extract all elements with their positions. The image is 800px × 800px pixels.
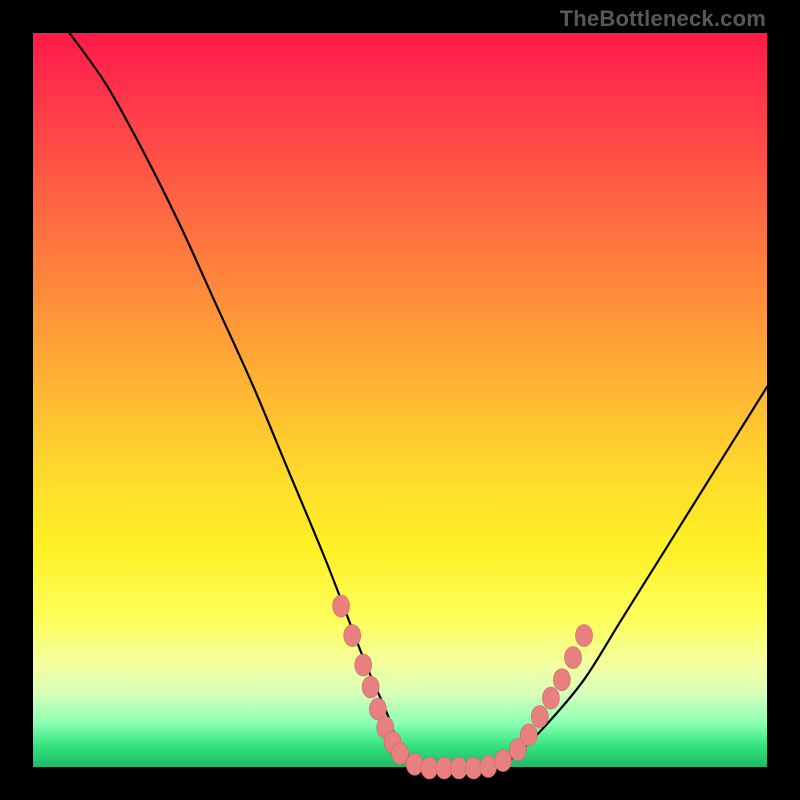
- highlight-dot: [355, 654, 372, 676]
- watermark-label: TheBottleneck.com: [560, 6, 766, 32]
- highlight-dot: [362, 676, 379, 698]
- highlight-dot: [520, 724, 537, 746]
- highlight-dot: [531, 706, 548, 728]
- highlight-dot: [576, 625, 593, 647]
- highlight-dot: [465, 757, 482, 779]
- highlight-dot: [406, 753, 423, 775]
- highlight-dot: [344, 625, 361, 647]
- chart-overlay: [32, 32, 768, 768]
- highlight-dot: [421, 757, 438, 779]
- highlight-dots: [333, 595, 593, 779]
- highlight-dot: [333, 595, 350, 617]
- bottleneck-curve: [69, 32, 768, 770]
- chart-frame: TheBottleneck.com: [0, 0, 800, 800]
- highlight-dot: [495, 750, 512, 772]
- highlight-dot: [542, 687, 559, 709]
- highlight-dot: [553, 669, 570, 691]
- highlight-dot: [392, 742, 409, 764]
- highlight-dot: [565, 647, 582, 669]
- highlight-dot: [480, 756, 497, 778]
